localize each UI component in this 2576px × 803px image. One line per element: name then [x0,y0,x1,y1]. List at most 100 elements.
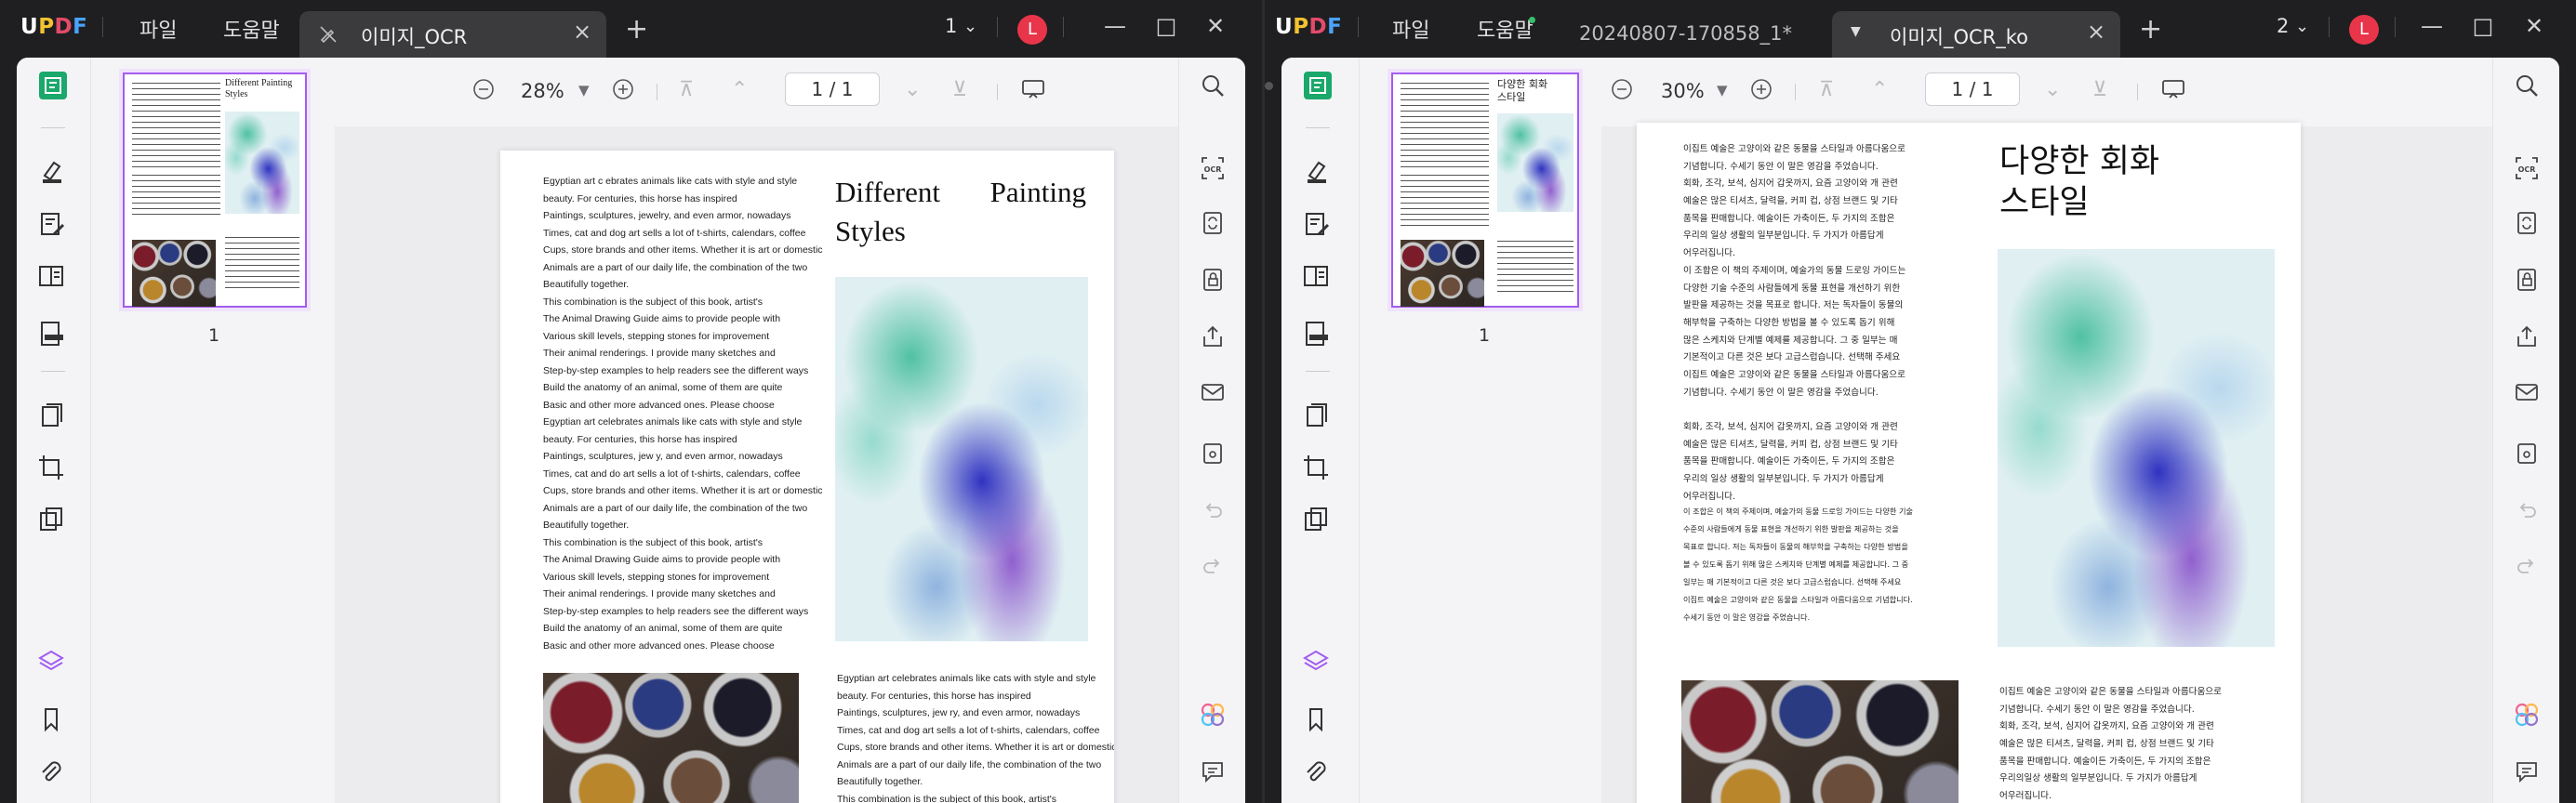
highlighter-icon[interactable] [35,155,67,187]
convert-icon[interactable] [1300,504,1332,535]
previous-page-icon[interactable]: ⌃ [731,78,748,101]
tab-dropdown-icon[interactable]: ▼ [1851,24,1861,39]
organize-pages-icon[interactable] [1300,400,1332,431]
ocr-icon[interactable]: OCR [2514,155,2540,181]
email-icon[interactable] [2514,379,2540,405]
tab-image-ocr-ko[interactable]: ▼ 이미지_OCR_ko × [1832,11,2120,58]
protect-icon[interactable] [2514,267,2540,293]
redo-icon[interactable] [2514,554,2540,580]
zoom-dropdown-icon[interactable]: ▼ [1717,82,1728,99]
close-tab-icon[interactable]: × [573,19,591,45]
file-menu[interactable]: 파일 [1392,14,1429,44]
window-left: UPDF 파일 도움말 이미지_OCR × + 1 ⌄ L — □ ✕ Diff… [0,0,1262,803]
last-page-icon[interactable]: ⊻ [952,78,967,101]
text-line: Times, cat and dog art sells a lot of t-… [837,724,1100,736]
zoom-in-icon[interactable] [1750,78,1773,106]
organize-pages-icon[interactable] [35,400,67,431]
convert-icon[interactable] [35,504,67,535]
document-viewer[interactable]: 28% ▼ ⊼ ⌃ 1 / 1 ⌄ ⊻ Egyptian art c ebrat… [335,58,1178,803]
thumbnail-title: Different Painting Styles [225,78,293,99]
attachment-icon[interactable] [1300,757,1332,788]
fill-sign-icon[interactable] [35,318,67,349]
form-icon[interactable] [35,260,67,292]
new-tab-icon[interactable]: + [2139,13,2162,46]
minimize-icon[interactable]: — [2418,13,2446,39]
avatar[interactable]: L [2349,15,2379,45]
resize-handle[interactable] [1265,82,1273,90]
chevron-down-icon[interactable]: ⌄ [2295,17,2309,36]
layers-icon[interactable] [35,645,67,677]
ai-assistant-icon[interactable] [2514,702,2540,728]
document-viewer[interactable]: 30% ▼ ⊼ ⌃ 1 / 1 ⌄ ⊻ 이집트 예술은 고양이와 같은 동물을 … [1601,58,2492,803]
bookmark-icon[interactable] [35,704,67,735]
chevron-down-icon[interactable]: ⌄ [963,17,977,36]
zoom-level[interactable]: 30% [1661,80,1705,102]
fill-sign-icon[interactable] [1300,318,1332,349]
ai-assistant-icon[interactable] [1200,702,1226,728]
protect-icon[interactable] [1200,267,1226,293]
next-page-icon[interactable]: ⌄ [904,78,921,101]
presentation-icon[interactable] [1021,78,1045,106]
zoom-level[interactable]: 28% [521,80,564,102]
text-line: Egyptian art c ebrates animals like cats… [543,176,798,187]
tab-count[interactable]: 2 [2277,15,2289,37]
zoom-dropdown-icon[interactable]: ▼ [578,82,590,99]
close-window-icon[interactable]: ✕ [1202,13,1229,39]
redo-icon[interactable] [1200,554,1226,580]
bookmark-icon[interactable] [1300,704,1332,735]
convert-pdf-icon[interactable] [1200,210,1226,236]
tab-count[interactable]: 1 [945,15,957,37]
page-number-input[interactable]: 1 / 1 [1925,72,2020,106]
help-menu[interactable]: 도움말 [1477,14,1534,44]
reader-icon[interactable] [39,72,67,99]
layers-icon[interactable] [1300,645,1332,677]
avatar[interactable]: L [1017,15,1047,45]
undo-icon[interactable] [2514,498,2540,524]
crop-icon[interactable] [35,452,67,483]
help-menu[interactable]: 도움말 [223,14,280,44]
maximize-icon[interactable]: □ [1152,13,1180,39]
convert-pdf-icon[interactable] [2514,210,2540,236]
attachment-icon[interactable] [35,757,67,788]
text-line: 많은 스케치와 단계별 예제를 제공합니다. 그 중 일부는 매 [1683,335,1898,346]
first-page-icon[interactable]: ⊼ [1819,78,1834,101]
share-icon[interactable] [1200,323,1226,349]
comment-icon[interactable] [1200,758,1226,784]
crop-icon[interactable] [1300,452,1332,483]
search-icon[interactable] [2514,72,2540,99]
presentation-icon[interactable] [2161,78,2185,106]
share-icon[interactable] [2514,323,2540,349]
first-page-icon[interactable]: ⊼ [679,78,694,101]
next-page-icon[interactable]: ⌄ [2044,78,2061,101]
save-icon[interactable] [2514,441,2540,467]
form-icon[interactable] [1300,260,1332,292]
tab-20240807[interactable]: 20240807-170858_1* [1553,11,1823,58]
undo-icon[interactable] [1200,498,1226,524]
comment-icon[interactable] [2514,758,2540,784]
search-icon[interactable] [1200,72,1226,99]
previous-page-icon[interactable]: ⌃ [1871,78,1888,101]
last-page-icon[interactable]: ⊻ [2092,78,2107,101]
close-tab-icon[interactable]: × [2087,19,2105,45]
edit-text-icon[interactable] [35,208,67,240]
close-window-icon[interactable]: ✕ [2520,13,2548,39]
file-menu[interactable]: 파일 [139,14,177,44]
zoom-out-icon[interactable] [472,78,495,106]
ocr-icon[interactable]: OCR [1200,155,1226,181]
reader-icon[interactable] [1304,72,1332,99]
save-icon[interactable] [1200,441,1226,467]
edit-text-icon[interactable] [1300,208,1332,240]
page-number-input[interactable]: 1 / 1 [785,72,880,106]
highlighter-icon[interactable] [1300,155,1332,187]
page-thumbnail[interactable]: Different Painting Styles [123,72,307,308]
tab-image-ocr[interactable]: 이미지_OCR × [299,11,606,58]
page-thumbnail[interactable]: 다양한 회화 스타일 [1391,72,1579,308]
text-line: Beautifully together. [837,776,923,787]
email-icon[interactable] [1200,379,1226,405]
minimize-icon[interactable]: — [1101,13,1129,39]
zoom-in-icon[interactable] [612,78,634,106]
left-text-column: 이집트 예술은 고양이와 같은 동물을 스타일과 아름다움으로 기념합니다. 수… [1683,141,1913,629]
maximize-icon[interactable]: □ [2469,13,2497,39]
zoom-out-icon[interactable] [1611,78,1633,106]
new-tab-icon[interactable]: + [625,13,648,46]
